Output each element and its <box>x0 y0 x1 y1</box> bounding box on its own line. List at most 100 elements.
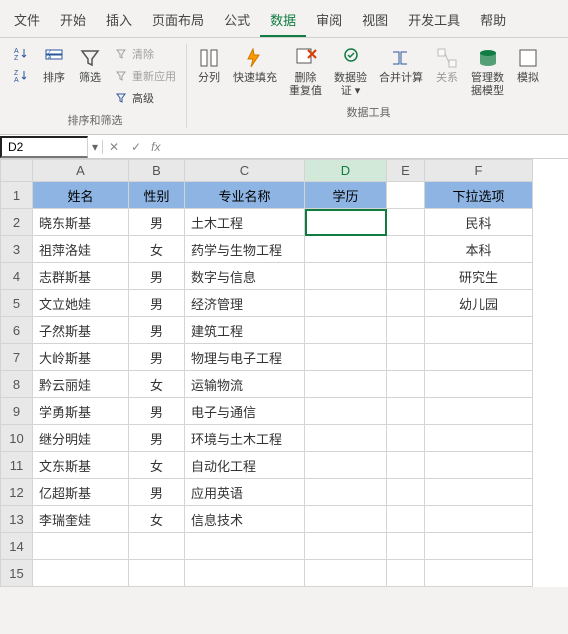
cell-C2[interactable]: 土木工程 <box>185 209 305 236</box>
cell-B1[interactable]: 性别 <box>129 182 185 209</box>
cell-C10[interactable]: 环境与土木工程 <box>185 425 305 452</box>
cell-C12[interactable]: 应用英语 <box>185 479 305 506</box>
menu-tab-8[interactable]: 开发工具 <box>398 4 470 37</box>
cell-E5[interactable] <box>387 290 425 317</box>
cell-A14[interactable] <box>33 533 129 560</box>
menu-tab-3[interactable]: 页面布局 <box>142 4 214 37</box>
cell-F15[interactable] <box>425 560 533 587</box>
row-header-15[interactable]: 15 <box>1 560 33 587</box>
cell-A4[interactable]: 志群斯基 <box>33 263 129 290</box>
cell-A11[interactable]: 文东斯基 <box>33 452 129 479</box>
relationships-button[interactable]: 关系 <box>431 44 463 87</box>
row-header-13[interactable]: 13 <box>1 506 33 533</box>
cell-B5[interactable]: 男 <box>129 290 185 317</box>
cell-C14[interactable] <box>185 533 305 560</box>
cell-A3[interactable]: 祖萍洛娃 <box>33 236 129 263</box>
menu-tab-2[interactable]: 插入 <box>96 4 142 37</box>
cell-E1[interactable] <box>387 182 425 209</box>
cell-B13[interactable]: 女 <box>129 506 185 533</box>
cell-B9[interactable]: 男 <box>129 398 185 425</box>
cell-A15[interactable] <box>33 560 129 587</box>
menu-tab-6[interactable]: 审阅 <box>306 4 352 37</box>
row-header-1[interactable]: 1 <box>1 182 33 209</box>
cell-F12[interactable] <box>425 479 533 506</box>
cell-A10[interactable]: 继分明娃 <box>33 425 129 452</box>
cell-D1[interactable]: 学历 <box>305 182 387 209</box>
cell-D13[interactable] <box>305 506 387 533</box>
cell-F1[interactable]: 下拉选项 <box>425 182 533 209</box>
cell-B3[interactable]: 女 <box>129 236 185 263</box>
data-model-button[interactable]: 管理数 据模型 <box>467 44 508 100</box>
menu-tab-5[interactable]: 数据 <box>260 4 306 37</box>
row-header-14[interactable]: 14 <box>1 533 33 560</box>
cell-C15[interactable] <box>185 560 305 587</box>
cell-D5[interactable] <box>305 290 387 317</box>
enter-formula-button[interactable]: ✓ <box>125 140 147 154</box>
cell-A8[interactable]: 黔云丽娃 <box>33 371 129 398</box>
cell-C4[interactable]: 数字与信息 <box>185 263 305 290</box>
cell-B8[interactable]: 女 <box>129 371 185 398</box>
formula-input[interactable] <box>165 138 568 156</box>
cell-B2[interactable]: 男 <box>129 209 185 236</box>
cell-D12[interactable] <box>305 479 387 506</box>
sort-desc-button[interactable]: ZA <box>10 66 34 86</box>
cell-A6[interactable]: 子然斯基 <box>33 317 129 344</box>
cell-D2[interactable] <box>305 209 387 236</box>
cell-F5[interactable]: 幼儿园 <box>425 290 533 317</box>
menu-tab-7[interactable]: 视图 <box>352 4 398 37</box>
row-header-11[interactable]: 11 <box>1 452 33 479</box>
cell-E14[interactable] <box>387 533 425 560</box>
col-header-E[interactable]: E <box>387 160 425 182</box>
reapply-button[interactable]: 重新应用 <box>110 66 180 86</box>
consolidate-button[interactable]: 合并计算 <box>375 44 427 87</box>
cell-D10[interactable] <box>305 425 387 452</box>
cell-E12[interactable] <box>387 479 425 506</box>
cell-D9[interactable] <box>305 398 387 425</box>
fx-icon[interactable]: fx <box>147 140 164 154</box>
sort-asc-button[interactable]: AZ <box>10 44 34 64</box>
col-header-C[interactable]: C <box>185 160 305 182</box>
cell-E13[interactable] <box>387 506 425 533</box>
cell-C7[interactable]: 物理与电子工程 <box>185 344 305 371</box>
cell-D8[interactable] <box>305 371 387 398</box>
cell-B6[interactable]: 男 <box>129 317 185 344</box>
cell-C13[interactable]: 信息技术 <box>185 506 305 533</box>
menu-tab-9[interactable]: 帮助 <box>470 4 516 37</box>
cell-E2[interactable] <box>387 209 425 236</box>
cell-B4[interactable]: 男 <box>129 263 185 290</box>
cell-F13[interactable] <box>425 506 533 533</box>
row-header-9[interactable]: 9 <box>1 398 33 425</box>
cell-A9[interactable]: 学勇斯基 <box>33 398 129 425</box>
row-header-5[interactable]: 5 <box>1 290 33 317</box>
flash-fill-button[interactable]: 快速填充 <box>229 44 281 87</box>
cell-F4[interactable]: 研究生 <box>425 263 533 290</box>
menu-tab-4[interactable]: 公式 <box>214 4 260 37</box>
select-all-corner[interactable] <box>1 160 33 182</box>
cell-A12[interactable]: 亿超斯基 <box>33 479 129 506</box>
cell-A13[interactable]: 李瑞奎娃 <box>33 506 129 533</box>
worksheet-grid[interactable]: ABCDEF1姓名性别专业名称学历下拉选项2晓东斯基男土木工程民科3祖萍洛娃女药… <box>0 159 568 587</box>
cell-D14[interactable] <box>305 533 387 560</box>
menu-tab-0[interactable]: 文件 <box>4 4 50 37</box>
col-header-D[interactable]: D <box>305 160 387 182</box>
row-header-7[interactable]: 7 <box>1 344 33 371</box>
cell-C9[interactable]: 电子与通信 <box>185 398 305 425</box>
text-to-columns-button[interactable]: 分列 <box>193 44 225 87</box>
cell-E8[interactable] <box>387 371 425 398</box>
row-header-4[interactable]: 4 <box>1 263 33 290</box>
cell-E15[interactable] <box>387 560 425 587</box>
remove-duplicates-button[interactable]: 删除 重复值 <box>285 44 326 100</box>
cell-E4[interactable] <box>387 263 425 290</box>
cell-D4[interactable] <box>305 263 387 290</box>
name-box[interactable] <box>0 136 88 158</box>
cell-B7[interactable]: 男 <box>129 344 185 371</box>
cell-A2[interactable]: 晓东斯基 <box>33 209 129 236</box>
clear-filter-button[interactable]: 清除 <box>110 44 180 64</box>
cell-B14[interactable] <box>129 533 185 560</box>
cell-E10[interactable] <box>387 425 425 452</box>
advanced-filter-button[interactable]: 高级 <box>110 88 180 108</box>
cell-F6[interactable] <box>425 317 533 344</box>
cell-A5[interactable]: 文立她娃 <box>33 290 129 317</box>
cell-A7[interactable]: 大岭斯基 <box>33 344 129 371</box>
cell-F7[interactable] <box>425 344 533 371</box>
